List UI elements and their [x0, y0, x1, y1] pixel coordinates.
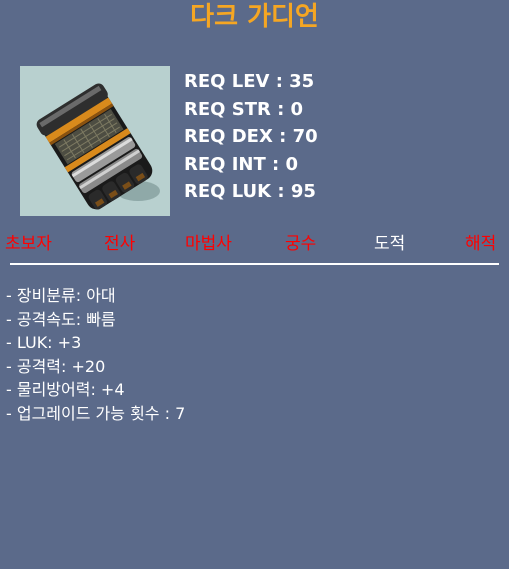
job-pirate: 해적 [465, 234, 497, 254]
req-int: REQ INT : 0 [184, 153, 299, 175]
job-thief: 도적 [374, 234, 406, 254]
stat-upgrades: - 업그레이드 가능 횟수 : 7 [6, 403, 186, 423]
dark-guardian-glove-icon [36, 83, 160, 210]
stat-defense: - 물리방어력: +4 [6, 380, 125, 399]
req-dex: REQ DEX : 70 [184, 126, 318, 147]
job-archer: 궁수 [285, 234, 317, 254]
req-luk: REQ LUK : 95 [184, 181, 316, 202]
job-beginner: 초보자 [5, 234, 52, 254]
stat-category: - 장비분류: 아대 [6, 286, 116, 305]
item-image [20, 66, 170, 216]
requirements-list: REQ LEV : 35 REQ STR : 0 REQ DEX : 70 RE… [184, 68, 318, 206]
job-magician: 마법사 [185, 234, 232, 254]
job-warrior: 전사 [104, 234, 136, 254]
divider [10, 263, 499, 265]
stat-attack-speed: - 공격속도: 빠름 [6, 309, 116, 329]
req-str: REQ STR : 0 [184, 98, 304, 120]
item-title: 다크 가디언 [190, 2, 319, 32]
req-level: REQ LEV : 35 [184, 71, 315, 92]
job-list: 초보자 전사 마법사 궁수 도적 해적 [0, 230, 509, 260]
stat-luk: - LUK: +3 [6, 333, 82, 352]
stat-attack: - 공격력: +20 [6, 356, 106, 376]
item-stats: - 장비분류: 아대 - 공격속도: 빠름 - LUK: +3 - 공격력: +… [6, 284, 185, 425]
